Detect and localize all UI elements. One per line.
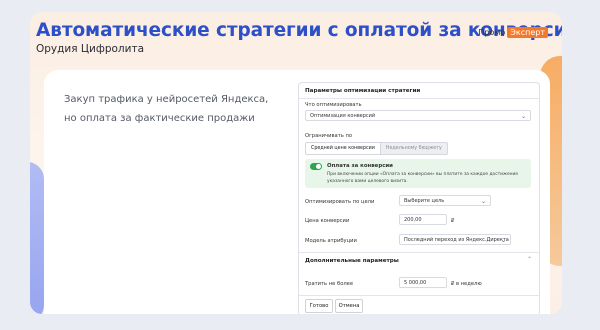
attribution-label: Модель атрибуции — [305, 238, 357, 244]
chevron-down-icon: ⌄ — [480, 198, 486, 205]
chevron-down-icon: ⌄ — [520, 113, 526, 120]
segment-weekly-budget[interactable]: Недельному бюджету — [380, 142, 448, 155]
divider — [299, 252, 539, 253]
strategy-settings-panel: Параметры оптимизации стратегии Что опти… — [298, 82, 540, 314]
badge-label: Эксперт — [507, 27, 548, 38]
lead-line-2: но оплата за фактические продажи — [64, 113, 255, 124]
price-input[interactable]: 200,00 — [399, 214, 447, 225]
spend-limit-value: 5 000,00 — [404, 280, 427, 286]
goal-label: Оптимизировать по цели — [305, 199, 375, 205]
pay-desc-2: указанного вами целевого визита. — [327, 179, 408, 184]
spend-limit-unit: ₽ в неделю — [451, 281, 482, 287]
pay-per-conversion-toggle[interactable] — [310, 163, 322, 170]
optimize-label: Что оптимизировать — [305, 102, 362, 108]
price-input-value: 200,00 — [404, 217, 422, 223]
segment-avg-price[interactable]: Средней цене конверсии — [305, 142, 381, 155]
goal-select[interactable]: Выберите цель ⌄ — [399, 195, 491, 206]
limit-label: Ограничивать по — [305, 133, 353, 139]
done-button[interactable]: Готово — [305, 299, 333, 313]
panel-heading: Параметры оптимизации стратегии — [305, 88, 421, 94]
chevron-down-icon: ⌄ — [500, 237, 506, 244]
page-subtitle: Орудия Цифролита — [36, 43, 145, 55]
content-card: Закуп трафика у нейросетей Яндекса, но о… — [44, 70, 550, 314]
spend-limit-label: Тратить не более — [305, 281, 354, 287]
decor-blue-shape — [30, 162, 44, 314]
price-label: Цена конверсии — [305, 218, 350, 224]
divider — [299, 295, 539, 296]
extra-params-heading: Дополнительные параметры — [305, 258, 399, 264]
pay-desc-1: При включении опции «Оплата за конверсии… — [327, 172, 519, 177]
slide: Автоматические стратегии с оплатой за ко… — [30, 12, 562, 314]
lead-line-1: Закуп трафика у нейросетей Яндекса, — [64, 94, 269, 105]
goal-select-value: Выберите цель — [404, 198, 445, 204]
price-unit: ₽ — [451, 218, 455, 224]
cancel-button[interactable]: Отмена — [335, 299, 363, 313]
lead-text: Закуп трафика у нейросетей Яндекса, но о… — [64, 90, 268, 128]
chevron-up-icon[interactable]: ⌃ — [527, 256, 532, 263]
limit-segmented-control: Средней цене конверсии Недельному бюджет… — [305, 142, 448, 155]
spend-limit-input[interactable]: 5 000,00 — [399, 277, 447, 288]
divider — [299, 98, 539, 99]
attribution-select-value: Последний переход из Яндекс.Директа — [404, 237, 509, 243]
attribution-select[interactable]: Последний переход из Яндекс.Директа ⌄ — [399, 234, 511, 245]
badge-prefix: Промо — [478, 28, 506, 37]
optimize-select-value: Оптимизация конверсий — [310, 113, 376, 119]
promo-badge: Промо Эксперт — [478, 27, 548, 38]
optimize-select[interactable]: Оптимизация конверсий ⌄ — [305, 110, 531, 121]
pay-title: Оплата за конверсии — [327, 163, 393, 169]
pay-per-conversion-box: Оплата за конверсии При включении опции … — [305, 159, 531, 188]
